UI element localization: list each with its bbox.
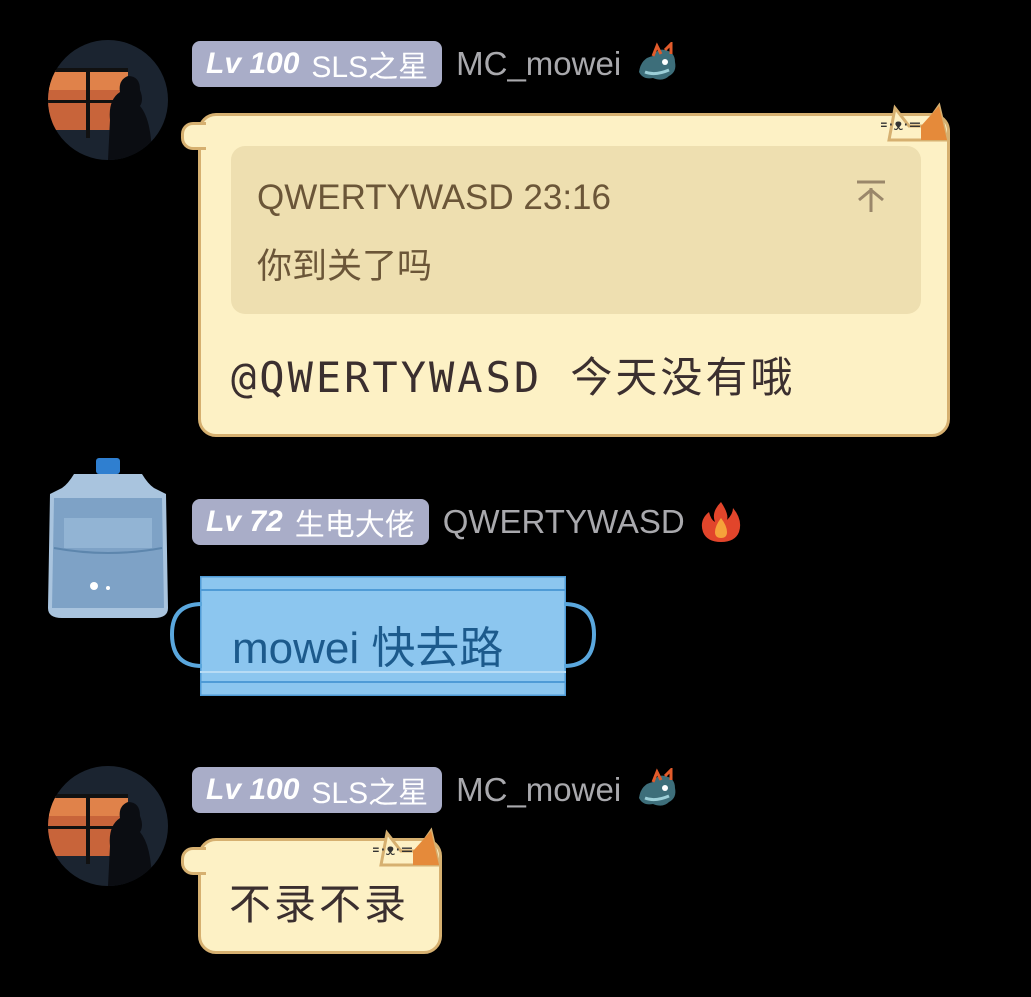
svg-text:=·ᴥ·=: =·ᴥ·= <box>881 115 922 134</box>
scroll-to-top-icon[interactable] <box>853 178 889 214</box>
dragon-icon <box>635 40 679 86</box>
bubble-tail <box>181 122 206 150</box>
title-label: 生电大佬 <box>294 509 415 542</box>
quote-header: QWERTYWASD 23:16 <box>257 178 611 217</box>
level-label: Lv 100 <box>206 47 300 80</box>
title-label: SLS之星 <box>311 777 429 810</box>
cat-ears-icon: =·ᴥ·= <box>881 102 949 142</box>
level-badge: Lv 100 SLS之星 <box>192 767 443 813</box>
level-badge: Lv 100 SLS之星 <box>192 41 443 87</box>
quote-text: 你到关了吗 <box>257 247 433 286</box>
title-label: SLS之星 <box>311 51 429 84</box>
username[interactable]: QWERTYWASD <box>443 503 685 541</box>
cat-ears-icon: =·ᴥ·= <box>373 827 441 867</box>
level-label: Lv 72 <box>206 505 283 538</box>
fire-icon <box>699 500 743 544</box>
message-bubble[interactable]: =·ᴥ·= QWERTYWASD 23:16 你到关了吗 @QWERTYWASD… <box>181 102 950 437</box>
message-bubble[interactable]: =·ᴥ·= 不录不录 <box>181 827 442 954</box>
user-avatar[interactable] <box>48 40 168 160</box>
username[interactable]: MC_mowei <box>456 771 621 809</box>
level-label: Lv 100 <box>206 773 300 806</box>
quoted-message[interactable]: QWERTYWASD 23:16 你到关了吗 <box>231 146 921 314</box>
mask-strap-right-icon <box>563 602 597 668</box>
message-text: mowei 快去路 <box>232 624 504 673</box>
dragon-icon <box>635 766 679 812</box>
message-text: 不录不录 <box>229 880 410 929</box>
username[interactable]: MC_mowei <box>456 45 621 83</box>
bubble-tail <box>181 847 206 875</box>
level-badge: Lv 72 生电大佬 <box>192 499 429 545</box>
svg-text:=·ᴥ·=: =·ᴥ·= <box>373 840 414 859</box>
message-text: @QWERTYWASD 今天没有哦 <box>231 353 796 402</box>
user-avatar[interactable] <box>48 766 168 886</box>
mask-strap-left-icon <box>169 602 203 668</box>
user-avatar[interactable] <box>44 458 172 620</box>
